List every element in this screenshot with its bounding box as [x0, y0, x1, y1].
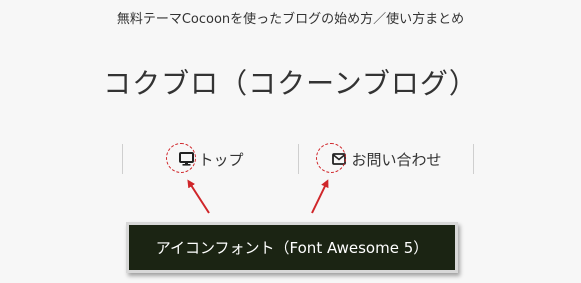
global-navigation: トップ お問い合わせ — [122, 144, 474, 174]
site-title[interactable]: コクブロ（コクーンブログ） — [0, 62, 581, 102]
nav-item-label: お問い合わせ — [351, 150, 442, 169]
nav-item-contact[interactable]: お問い合わせ — [298, 144, 474, 174]
nav-item-top[interactable]: トップ — [122, 144, 298, 174]
site-tagline: 無料テーマCocoonを使ったブログの始め方／使い方まとめ — [116, 12, 465, 27]
desktop-icon — [177, 150, 195, 168]
annotation-callout: アイコンフォント（Font Awesome 5） — [126, 222, 458, 273]
callout-text: アイコンフォント（Font Awesome 5） — [155, 239, 429, 257]
envelope-icon — [330, 150, 348, 168]
nav-item-label: トップ — [198, 150, 244, 169]
